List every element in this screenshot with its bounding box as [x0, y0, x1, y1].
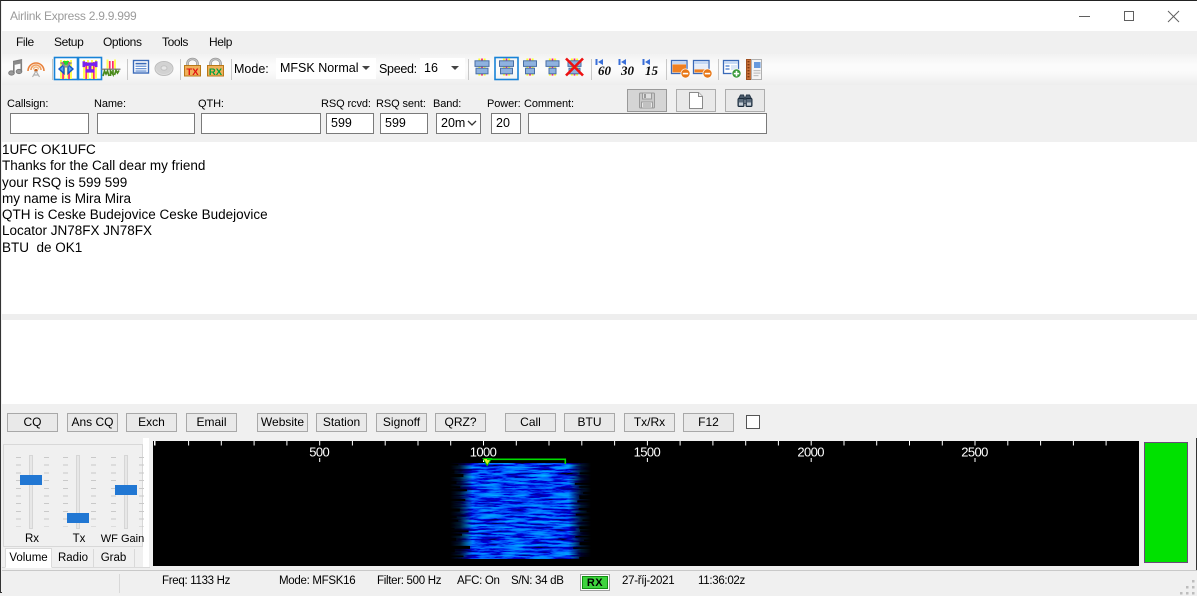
svg-text:60: 60 — [598, 63, 612, 78]
svg-text:500: 500 — [309, 445, 329, 460]
svg-text:30: 30 — [620, 63, 635, 78]
svg-text:RX: RX — [209, 67, 223, 78]
svg-text:TX: TX — [186, 67, 199, 78]
svg-text:15: 15 — [645, 63, 659, 78]
svg-text:1000: 1000 — [470, 445, 497, 460]
svg-text:1500: 1500 — [634, 445, 661, 460]
svg-text:2500: 2500 — [961, 445, 988, 460]
svg-text:2000: 2000 — [797, 445, 824, 460]
